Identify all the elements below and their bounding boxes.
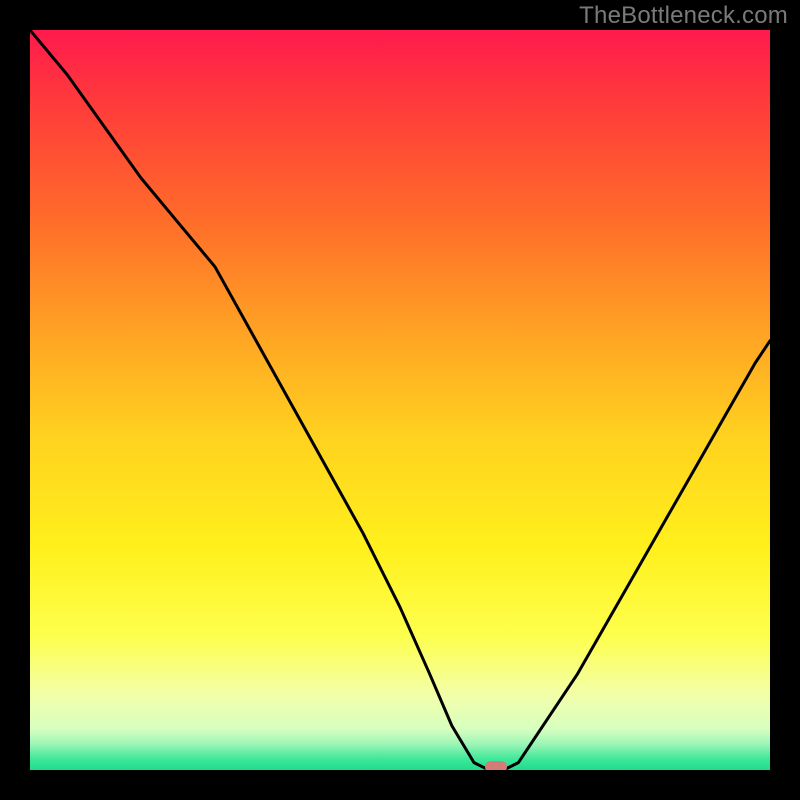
- optimal-marker: [485, 761, 507, 770]
- watermark-label: TheBottleneck.com: [579, 2, 788, 30]
- chart-frame: TheBottleneck.com: [0, 0, 800, 800]
- curve-path: [30, 30, 770, 770]
- plot-area: [30, 30, 770, 770]
- bottleneck-curve: [30, 30, 770, 770]
